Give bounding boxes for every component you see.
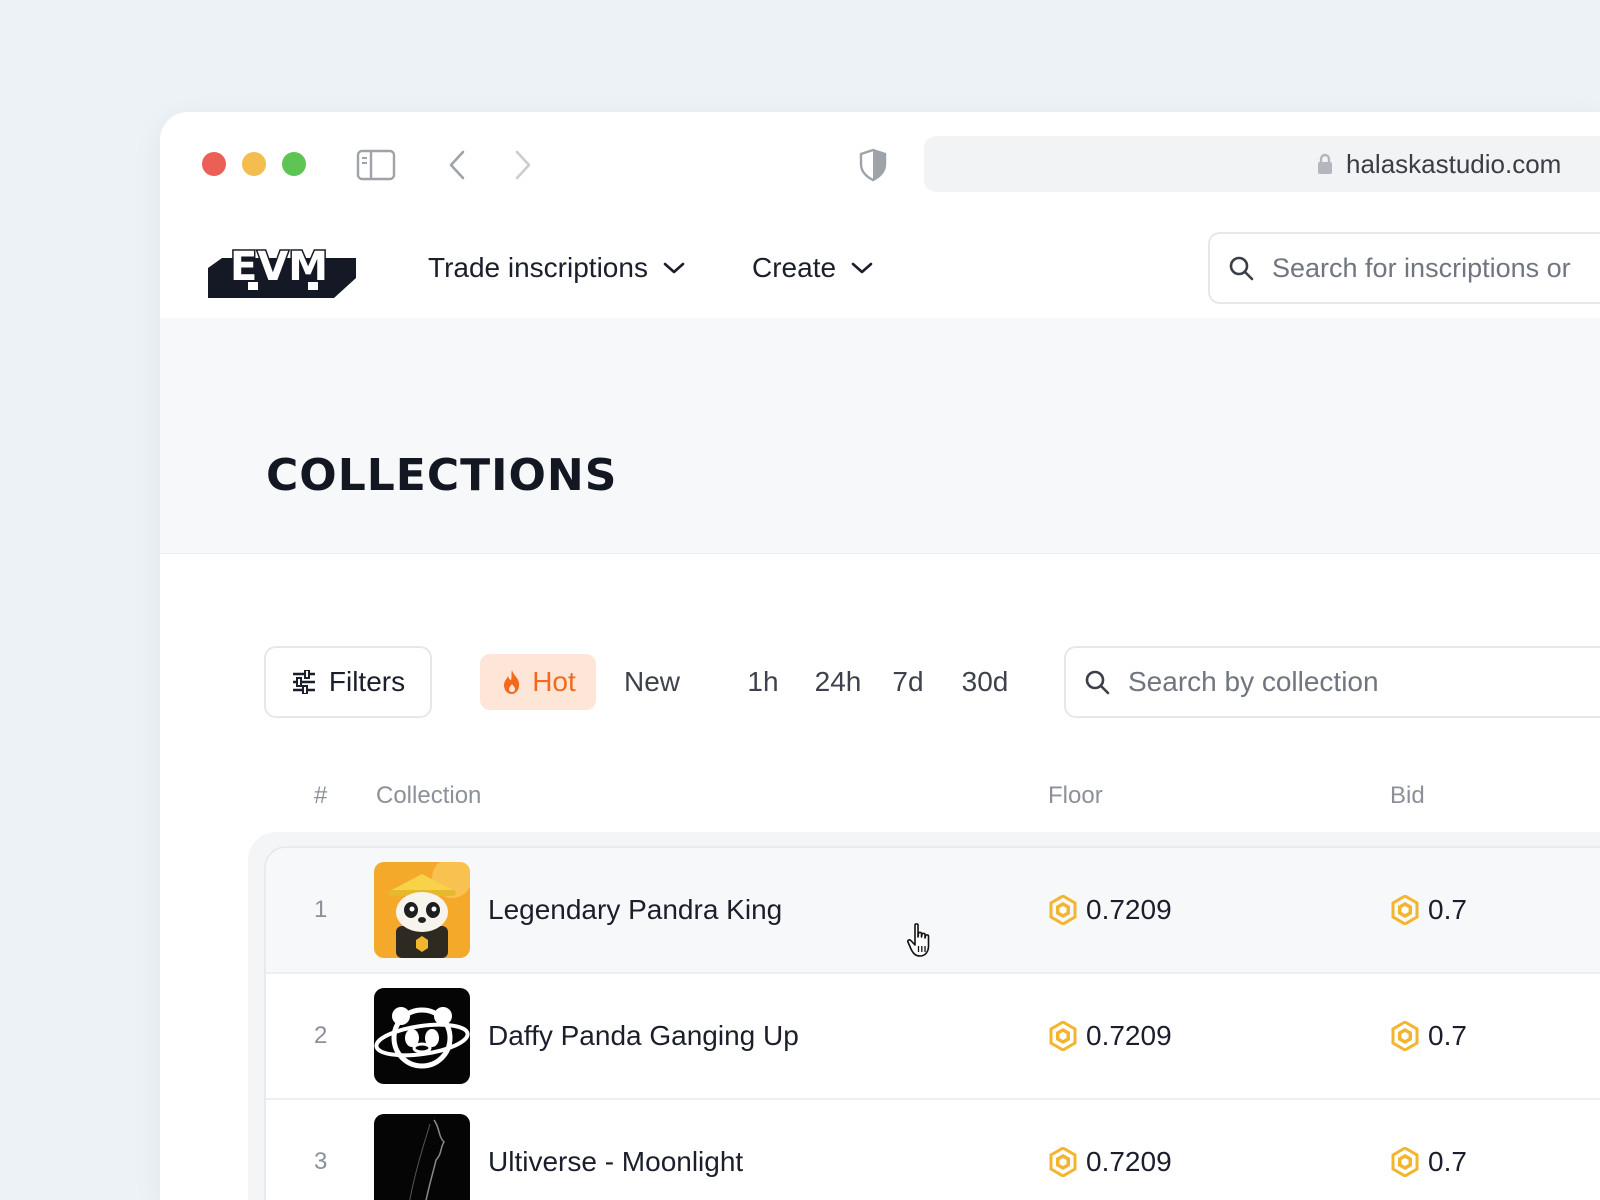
timeframe-24h-tab[interactable]: 24h bbox=[810, 654, 866, 710]
bid-value: 0.7 bbox=[1428, 1146, 1467, 1177]
collection-thumbnail bbox=[374, 988, 470, 1084]
sort-new-tab[interactable]: New bbox=[612, 654, 692, 710]
collection-search-placeholder: Search by collection bbox=[1128, 666, 1379, 697]
collection-name[interactable]: Ultiverse - Moonlight bbox=[488, 1100, 743, 1200]
bid-value: 0.7 bbox=[1428, 1020, 1467, 1051]
collection-name[interactable]: Daffy Panda Ganging Up bbox=[488, 974, 799, 1098]
nav-create[interactable]: Create bbox=[752, 252, 874, 284]
floor-price: 0.7209 bbox=[1048, 1100, 1172, 1200]
flame-icon bbox=[500, 668, 524, 696]
sliders-icon bbox=[291, 670, 317, 694]
browser-window: halaskastudio.com EVM Trade inscriptions… bbox=[160, 112, 1600, 1200]
bnb-coin-icon bbox=[1048, 895, 1078, 925]
collection-thumbnail bbox=[374, 1114, 470, 1200]
logo-text: EVM bbox=[230, 244, 328, 290]
chevron-down-icon bbox=[662, 260, 686, 276]
floor-value: 0.7209 bbox=[1086, 1146, 1172, 1177]
bnb-coin-icon bbox=[1390, 1021, 1420, 1051]
lock-icon bbox=[1316, 152, 1334, 176]
floor-value: 0.7209 bbox=[1086, 1020, 1172, 1051]
nav-create-label: Create bbox=[752, 252, 837, 283]
site-search-placeholder: Search for inscriptions or bbox=[1272, 252, 1571, 283]
bnb-coin-icon bbox=[1048, 1021, 1078, 1051]
minimize-window-button[interactable] bbox=[242, 152, 266, 176]
address-bar[interactable]: halaskastudio.com bbox=[924, 136, 1600, 192]
url-text: halaskastudio.com bbox=[1346, 148, 1562, 179]
sort-hot-tab[interactable]: Hot bbox=[480, 654, 596, 710]
row-rank: 3 bbox=[314, 1148, 328, 1175]
bid-price: 0.7 bbox=[1390, 848, 1467, 972]
collection-name[interactable]: Legendary Pandra King bbox=[488, 848, 782, 972]
floor-value: 0.7209 bbox=[1086, 894, 1172, 925]
timeframe-30d-tab[interactable]: 30d bbox=[956, 654, 1014, 710]
hand-cursor-icon bbox=[906, 922, 936, 963]
bnb-coin-icon bbox=[1048, 1147, 1078, 1177]
search-icon bbox=[1228, 255, 1254, 281]
row-rank: 2 bbox=[314, 1022, 328, 1049]
column-header-bid[interactable]: Bid bbox=[1390, 782, 1425, 810]
shield-icon[interactable] bbox=[856, 148, 890, 182]
page-hero: COLLECTIONS bbox=[160, 318, 1600, 554]
nav-trade-label: Trade inscriptions bbox=[428, 252, 648, 283]
table-row[interactable]: 2 Daffy Panda Ganging Up 0.7209 0.7 bbox=[266, 974, 1600, 1100]
sidebar-icon[interactable] bbox=[356, 148, 396, 182]
collection-search-input[interactable]: Search by collection bbox=[1064, 646, 1600, 718]
browser-chrome: halaskastudio.com bbox=[160, 112, 1600, 216]
bnb-coin-icon bbox=[1390, 895, 1420, 925]
search-icon bbox=[1084, 669, 1110, 695]
column-header-floor[interactable]: Floor bbox=[1048, 782, 1103, 810]
row-rank: 1 bbox=[314, 896, 328, 923]
site-search-input[interactable]: Search for inscriptions or bbox=[1208, 232, 1600, 304]
chevron-down-icon bbox=[850, 260, 874, 276]
bid-value: 0.7 bbox=[1428, 894, 1467, 925]
floor-price: 0.7209 bbox=[1048, 848, 1172, 972]
forward-arrow-icon[interactable] bbox=[508, 148, 538, 182]
timeframe-7d-tab[interactable]: 7d bbox=[888, 654, 928, 710]
sort-hot-label: Hot bbox=[532, 666, 576, 697]
bid-price: 0.7 bbox=[1390, 1100, 1467, 1200]
floor-price: 0.7209 bbox=[1048, 974, 1172, 1098]
evm-logo[interactable]: EVM bbox=[208, 238, 356, 307]
close-window-button[interactable] bbox=[202, 152, 226, 176]
maximize-window-button[interactable] bbox=[282, 152, 306, 176]
column-header-collection[interactable]: Collection bbox=[376, 782, 481, 810]
nav-trade-inscriptions[interactable]: Trade inscriptions bbox=[428, 252, 686, 284]
back-arrow-icon[interactable] bbox=[442, 148, 472, 182]
page-title: COLLECTIONS bbox=[266, 450, 618, 501]
collection-thumbnail bbox=[374, 862, 470, 958]
filters-button[interactable]: Filters bbox=[264, 646, 432, 718]
collections-table: 1 Legendary Pandra King 0.7209 0.7 2 Daf… bbox=[264, 846, 1600, 1200]
column-header-rank: # bbox=[314, 782, 328, 809]
bnb-coin-icon bbox=[1390, 1147, 1420, 1177]
timeframe-1h-tab[interactable]: 1h bbox=[744, 654, 782, 710]
filters-label: Filters bbox=[328, 666, 406, 697]
table-row[interactable]: 3 Ultiverse - Moonlight 0.7209 0.7 bbox=[266, 1100, 1600, 1200]
bid-price: 0.7 bbox=[1390, 974, 1467, 1098]
